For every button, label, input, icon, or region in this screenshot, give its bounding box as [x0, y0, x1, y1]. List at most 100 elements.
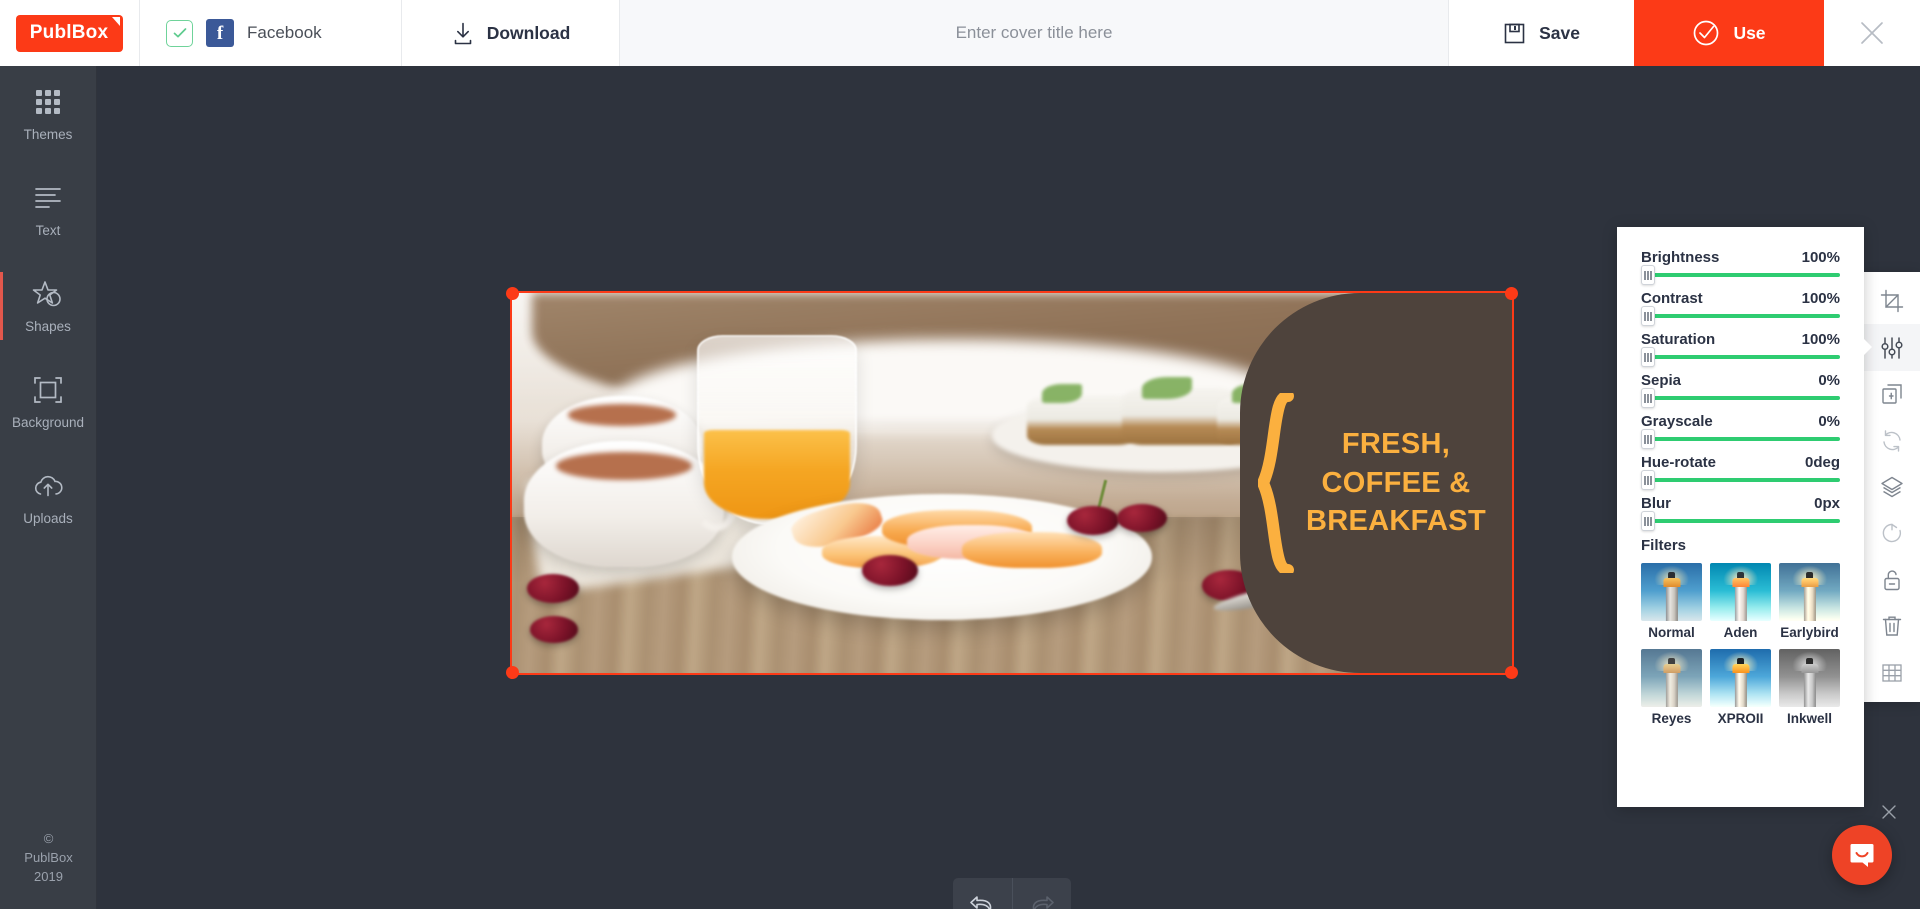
- cover-headline[interactable]: FRESH, COFFEE & BREAKFAST: [1292, 425, 1500, 541]
- crop-tool-button[interactable]: [1864, 278, 1920, 324]
- slider-track[interactable]: [1641, 347, 1840, 367]
- check-icon: [173, 28, 186, 38]
- slider-knob[interactable]: [1641, 265, 1655, 285]
- frame-icon: [33, 374, 63, 406]
- adjust-tool-button[interactable]: [1864, 324, 1920, 371]
- image-adjust-panel: Brightness 100% Contrast 100% Saturation…: [1617, 227, 1864, 807]
- crop-icon: [1880, 290, 1904, 313]
- slider-sepia[interactable]: Sepia 0%: [1641, 372, 1840, 408]
- resize-handle-bottom-left[interactable]: [506, 666, 519, 679]
- sidebar-label-background: Background: [11, 415, 85, 430]
- slider-track[interactable]: [1641, 429, 1840, 449]
- layers-tool-button[interactable]: [1864, 464, 1920, 510]
- photo-juice-glass-left: [697, 334, 857, 525]
- logo-cell[interactable]: PublBox: [0, 0, 140, 66]
- slider-track[interactable]: [1641, 265, 1840, 285]
- sidebar-label-text: Text: [35, 223, 61, 238]
- slider-knob[interactable]: [1641, 470, 1655, 490]
- check-circle-icon: [1694, 20, 1719, 46]
- resize-handle-top-right[interactable]: [1505, 287, 1518, 300]
- filter-option-normal[interactable]: Normal: [1641, 563, 1702, 640]
- redo-button[interactable]: [1011, 878, 1072, 909]
- slider-track[interactable]: [1641, 470, 1840, 490]
- cover-title-cell[interactable]: [620, 0, 1449, 66]
- slider-value: 100%: [1801, 290, 1840, 307]
- chat-launcher-button[interactable]: [1832, 825, 1892, 885]
- slider-header: Grayscale 0%: [1641, 413, 1840, 430]
- slider-header: Brightness 100%: [1641, 249, 1840, 266]
- photo-cherry: [527, 574, 579, 603]
- close-editor-button[interactable]: [1824, 0, 1920, 66]
- photo-cherry: [530, 616, 578, 643]
- slider-track[interactable]: [1641, 388, 1840, 408]
- logo-text: PublBox: [29, 21, 109, 43]
- sidebar-item-uploads[interactable]: Uploads: [0, 450, 96, 546]
- slider-knob[interactable]: [1641, 429, 1655, 449]
- slider-value: 100%: [1801, 331, 1840, 348]
- cover-design[interactable]: FRESH, COFFEE & BREAKFAST: [510, 291, 1514, 675]
- rotate-tool-button[interactable]: [1864, 510, 1920, 556]
- sidebar-item-background[interactable]: Background: [0, 354, 96, 450]
- sidebar-item-text[interactable]: Text: [0, 162, 96, 258]
- slider-label: Brightness: [1641, 249, 1720, 266]
- close-icon: [1882, 805, 1896, 819]
- save-button[interactable]: Save: [1449, 0, 1634, 66]
- duplicate-icon: [1882, 384, 1902, 404]
- filter-option-aden[interactable]: Aden: [1710, 563, 1771, 640]
- slider-label: Contrast: [1641, 290, 1703, 307]
- lock-tool-button[interactable]: [1864, 557, 1920, 603]
- network-selector-facebook[interactable]: f Facebook: [140, 0, 402, 66]
- publbox-logo[interactable]: PublBox: [15, 14, 124, 52]
- use-button[interactable]: Use: [1634, 0, 1824, 66]
- photo-coffee-cup-front: [524, 441, 738, 567]
- slider-value: 0deg: [1804, 454, 1840, 471]
- cover-title-input[interactable]: [620, 23, 1448, 43]
- slider-knob[interactable]: [1641, 388, 1655, 408]
- left-sidebar: Themes Text Shapes Background Uploads © …: [0, 66, 97, 909]
- selected-cover-object[interactable]: FRESH, COFFEE & BREAKFAST: [506, 287, 1518, 679]
- text-lines-icon: [33, 182, 63, 214]
- slider-grayscale[interactable]: Grayscale 0%: [1641, 413, 1840, 449]
- delete-tool-button[interactable]: [1864, 603, 1920, 649]
- slider-track[interactable]: [1641, 511, 1840, 531]
- slider-track[interactable]: [1641, 306, 1840, 326]
- slider-brightness[interactable]: Brightness 100%: [1641, 249, 1840, 285]
- facebook-checkbox[interactable]: [166, 19, 193, 47]
- filter-label: Earlybird: [1780, 625, 1839, 640]
- filter-option-xproii[interactable]: XPROII: [1710, 649, 1771, 726]
- slider-knob[interactable]: [1641, 347, 1655, 367]
- headline-line-1: FRESH,: [1341, 428, 1451, 461]
- filter-grid: Normal Aden Earlybird Reyes XPROII Inkwe…: [1641, 563, 1840, 726]
- sidebar-item-shapes[interactable]: Shapes: [0, 258, 96, 354]
- cloud-upload-icon: [32, 470, 64, 502]
- app-root: PublBox f Facebook Download Enter cover …: [0, 0, 1920, 909]
- replace-tool-button[interactable]: [1864, 417, 1920, 463]
- slider-knob[interactable]: [1641, 306, 1655, 326]
- slider-blur[interactable]: Blur 0px: [1641, 495, 1840, 531]
- photo-cup-contents: [567, 404, 677, 427]
- slider-contrast[interactable]: Contrast 100%: [1641, 290, 1840, 326]
- slider-header: Blur 0px: [1641, 495, 1840, 512]
- save-label: Save: [1539, 22, 1580, 43]
- chat-close-button[interactable]: [1880, 803, 1898, 821]
- slider-saturation[interactable]: Saturation 100%: [1641, 331, 1840, 367]
- filter-thumbnail-lighthouse: [1641, 649, 1702, 707]
- filter-option-earlybird[interactable]: Earlybird: [1779, 563, 1840, 640]
- adjust-icon: [1881, 336, 1903, 359]
- duplicate-tool-button[interactable]: [1864, 371, 1920, 417]
- resize-handle-top-left[interactable]: [506, 287, 519, 300]
- star-circle-icon: [32, 278, 64, 310]
- cover-text-panel[interactable]: FRESH, COFFEE & BREAKFAST: [1240, 293, 1512, 673]
- filter-option-inkwell[interactable]: Inkwell: [1779, 649, 1840, 726]
- object-tools-toolbar: [1864, 272, 1920, 702]
- undo-button[interactable]: [953, 878, 1012, 909]
- slider-hue-rotate[interactable]: Hue-rotate 0deg: [1641, 454, 1840, 490]
- grid-tool-button[interactable]: [1864, 650, 1920, 696]
- sidebar-item-themes[interactable]: Themes: [0, 66, 96, 162]
- slider-knob[interactable]: [1641, 511, 1655, 531]
- filter-option-reyes[interactable]: Reyes: [1641, 649, 1702, 726]
- top-header: PublBox f Facebook Download Enter cover …: [0, 0, 1920, 66]
- download-button[interactable]: Download: [402, 0, 620, 66]
- resize-handle-bottom-right[interactable]: [1505, 666, 1518, 679]
- filter-thumbnail-lighthouse: [1779, 563, 1840, 621]
